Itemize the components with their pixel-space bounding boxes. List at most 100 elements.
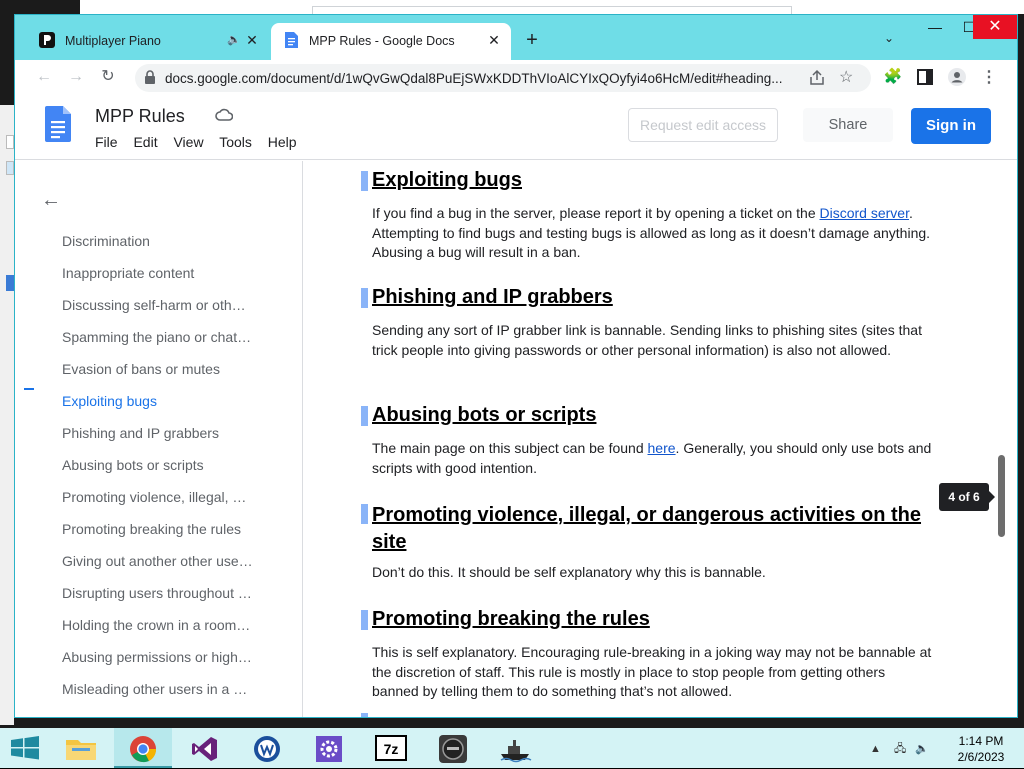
close-tab-icon[interactable]: ✕ bbox=[243, 31, 261, 49]
share-button[interactable]: Share bbox=[803, 108, 893, 142]
background-window-edge-left bbox=[0, 105, 14, 725]
section-heading: Exploiting bugs bbox=[372, 169, 522, 191]
svg-text:7z: 7z bbox=[384, 741, 399, 757]
back-arrow-icon[interactable]: ← bbox=[41, 189, 61, 212]
section-heading: Phishing and IP grabbers bbox=[372, 286, 613, 308]
taskbar: 7z ▲ 🖧 🔈 1:14 PM 2/6/2023 bbox=[0, 728, 1024, 768]
outline-item[interactable]: Giving out another other use… bbox=[62, 553, 262, 569]
heading-marker bbox=[361, 171, 368, 191]
outline-item[interactable]: Misleading other users in a … bbox=[62, 681, 262, 697]
section-paragraph: The main page on this subject can be fou… bbox=[372, 440, 932, 476]
browser-window: Multiplayer Piano 🔈 ✕ MPP Rules - Google… bbox=[14, 14, 1018, 718]
menu-bar: File Edit View Tools Help bbox=[95, 134, 309, 150]
menu-help[interactable]: Help bbox=[268, 134, 297, 150]
outline-item[interactable]: Promoting breaking the rules bbox=[62, 521, 262, 537]
outline-item[interactable]: Discussing self-harm or oth… bbox=[62, 297, 262, 313]
chevron-up-icon[interactable]: ▲ bbox=[870, 743, 881, 755]
settings-gear-icon[interactable] bbox=[300, 728, 358, 768]
outline-item[interactable]: Holding the crown in a room… bbox=[62, 617, 262, 633]
disc-app-icon[interactable] bbox=[424, 728, 482, 768]
google-docs-icon bbox=[285, 32, 298, 48]
minimize-button[interactable]: — bbox=[919, 15, 951, 39]
profile-avatar-icon[interactable] bbox=[947, 67, 967, 87]
clock-date: 2/6/2023 bbox=[957, 750, 1005, 764]
outline-item[interactable]: Promoting violence, illegal, … bbox=[62, 489, 262, 505]
side-panel-icon[interactable] bbox=[915, 67, 935, 87]
heading-marker bbox=[361, 610, 368, 630]
clock-time: 1:14 PM bbox=[958, 734, 1004, 748]
scrollbar-thumb[interactable] bbox=[998, 455, 1005, 537]
file-explorer-icon[interactable] bbox=[52, 728, 110, 768]
tab-title: Multiplayer Piano bbox=[65, 34, 161, 48]
tab-mpp-rules[interactable]: MPP Rules - Google Docs ✕ bbox=[271, 23, 511, 60]
section-heading: Promoting breaking the rules bbox=[372, 608, 650, 630]
heading-marker bbox=[361, 406, 368, 426]
heading-marker bbox=[361, 504, 368, 524]
clock[interactable]: 1:14 PM 2/6/2023 bbox=[950, 733, 1012, 765]
sign-in-button[interactable]: Sign in bbox=[911, 108, 991, 144]
mpp-logo-icon bbox=[39, 32, 55, 48]
tab-title: MPP Rules - Google Docs bbox=[309, 34, 455, 48]
new-tab-button[interactable]: + bbox=[521, 29, 543, 51]
heading-marker bbox=[361, 713, 368, 717]
back-arrow-icon[interactable]: ← bbox=[33, 66, 55, 88]
discord-server-link[interactable]: Discord server bbox=[820, 205, 909, 221]
menu-view[interactable]: View bbox=[173, 134, 203, 150]
outline-item[interactable]: Abusing bots or scripts bbox=[62, 457, 262, 473]
section-heading: Promoting violence, illegal, or dangerou… bbox=[372, 504, 922, 553]
close-window-button[interactable]: ✕ bbox=[973, 15, 1017, 39]
menu-tools[interactable]: Tools bbox=[219, 134, 252, 150]
document-body: Exploiting bugs If you find a bug in the… bbox=[304, 161, 1017, 717]
request-edit-access-button[interactable]: Request edit access bbox=[628, 108, 778, 142]
heading-marker bbox=[361, 288, 368, 308]
share-page-icon[interactable] bbox=[807, 68, 827, 88]
document-title[interactable]: MPP Rules bbox=[95, 106, 185, 127]
section-paragraph: If you find a bug in the server, please … bbox=[372, 205, 931, 260]
section-paragraph: Don’t do this. It should be self explana… bbox=[372, 564, 766, 580]
active-item-indicator bbox=[24, 388, 34, 390]
address-bar[interactable]: docs.google.com/document/d/1wQvGwQdal8Pu… bbox=[135, 64, 871, 92]
bookmark-star-icon[interactable]: ☆ bbox=[839, 67, 853, 87]
background-window-edge bbox=[80, 0, 1024, 14]
outline-item[interactable]: Phishing and IP grabbers bbox=[62, 425, 262, 441]
lock-icon bbox=[145, 70, 155, 84]
menu-edit[interactable]: Edit bbox=[133, 134, 157, 150]
here-link[interactable]: here bbox=[648, 440, 676, 456]
google-docs-logo-icon[interactable] bbox=[45, 106, 71, 142]
reload-icon[interactable]: ↻ bbox=[97, 66, 119, 88]
tab-multiplayer-piano[interactable]: Multiplayer Piano 🔈 ✕ bbox=[27, 23, 267, 60]
ship-app-icon[interactable] bbox=[486, 728, 544, 768]
menu-file[interactable]: File bbox=[95, 134, 118, 150]
chevron-down-icon[interactable]: ⌄ bbox=[879, 31, 899, 51]
outline-item[interactable]: Disrupting users throughout … bbox=[62, 585, 262, 601]
outline-item[interactable]: Evasion of bans or mutes bbox=[62, 361, 262, 377]
visual-studio-icon[interactable] bbox=[176, 728, 234, 768]
outline-item[interactable]: Abusing permissions or high… bbox=[62, 649, 262, 665]
chrome-icon[interactable] bbox=[114, 728, 172, 768]
kebab-menu-icon[interactable]: ⋮ bbox=[979, 67, 999, 87]
speaker-icon[interactable]: 🔈 bbox=[225, 31, 243, 49]
windows-start-icon[interactable] bbox=[0, 728, 50, 768]
system-tray: ▲ 🖧 🔈 bbox=[870, 740, 929, 759]
page-indicator: 4 of 6 bbox=[939, 483, 995, 511]
outline-item[interactable]: Inappropriate content bbox=[62, 265, 262, 281]
extensions-puzzle-icon[interactable]: 🧩 bbox=[883, 67, 903, 87]
section-heading: Abusing bots or scripts bbox=[372, 404, 597, 426]
tab-strip: Multiplayer Piano 🔈 ✕ MPP Rules - Google… bbox=[15, 15, 1017, 60]
browser-toolbar: ← → ↻ docs.google.com/document/d/1wQvGwQ… bbox=[15, 60, 1017, 94]
volume-icon[interactable]: 🔈 bbox=[915, 743, 929, 755]
wireguard-icon[interactable] bbox=[238, 728, 296, 768]
7zip-icon[interactable]: 7z bbox=[362, 728, 420, 768]
url-text: docs.google.com/document/d/1wQvGwQdal8Pu… bbox=[165, 71, 783, 86]
section-paragraph: This is self explanatory. Encouraging ru… bbox=[372, 644, 932, 699]
forward-arrow-icon[interactable]: → bbox=[65, 66, 87, 88]
section-paragraph: Sending any sort of IP grabber link is b… bbox=[372, 322, 922, 358]
cloud-saved-icon bbox=[215, 108, 233, 121]
document-outline: ← Discrimination Inappropriate content D… bbox=[15, 161, 303, 717]
outline-item[interactable]: Spamming the piano or chat… bbox=[62, 329, 262, 345]
outline-item-active[interactable]: Exploiting bugs bbox=[62, 393, 262, 409]
close-tab-icon[interactable]: ✕ bbox=[485, 31, 503, 49]
network-icon[interactable]: 🖧 bbox=[894, 743, 906, 755]
outline-item[interactable]: Discrimination bbox=[62, 233, 262, 249]
docs-header: MPP Rules File Edit View Tools Help Requ… bbox=[15, 94, 1017, 160]
